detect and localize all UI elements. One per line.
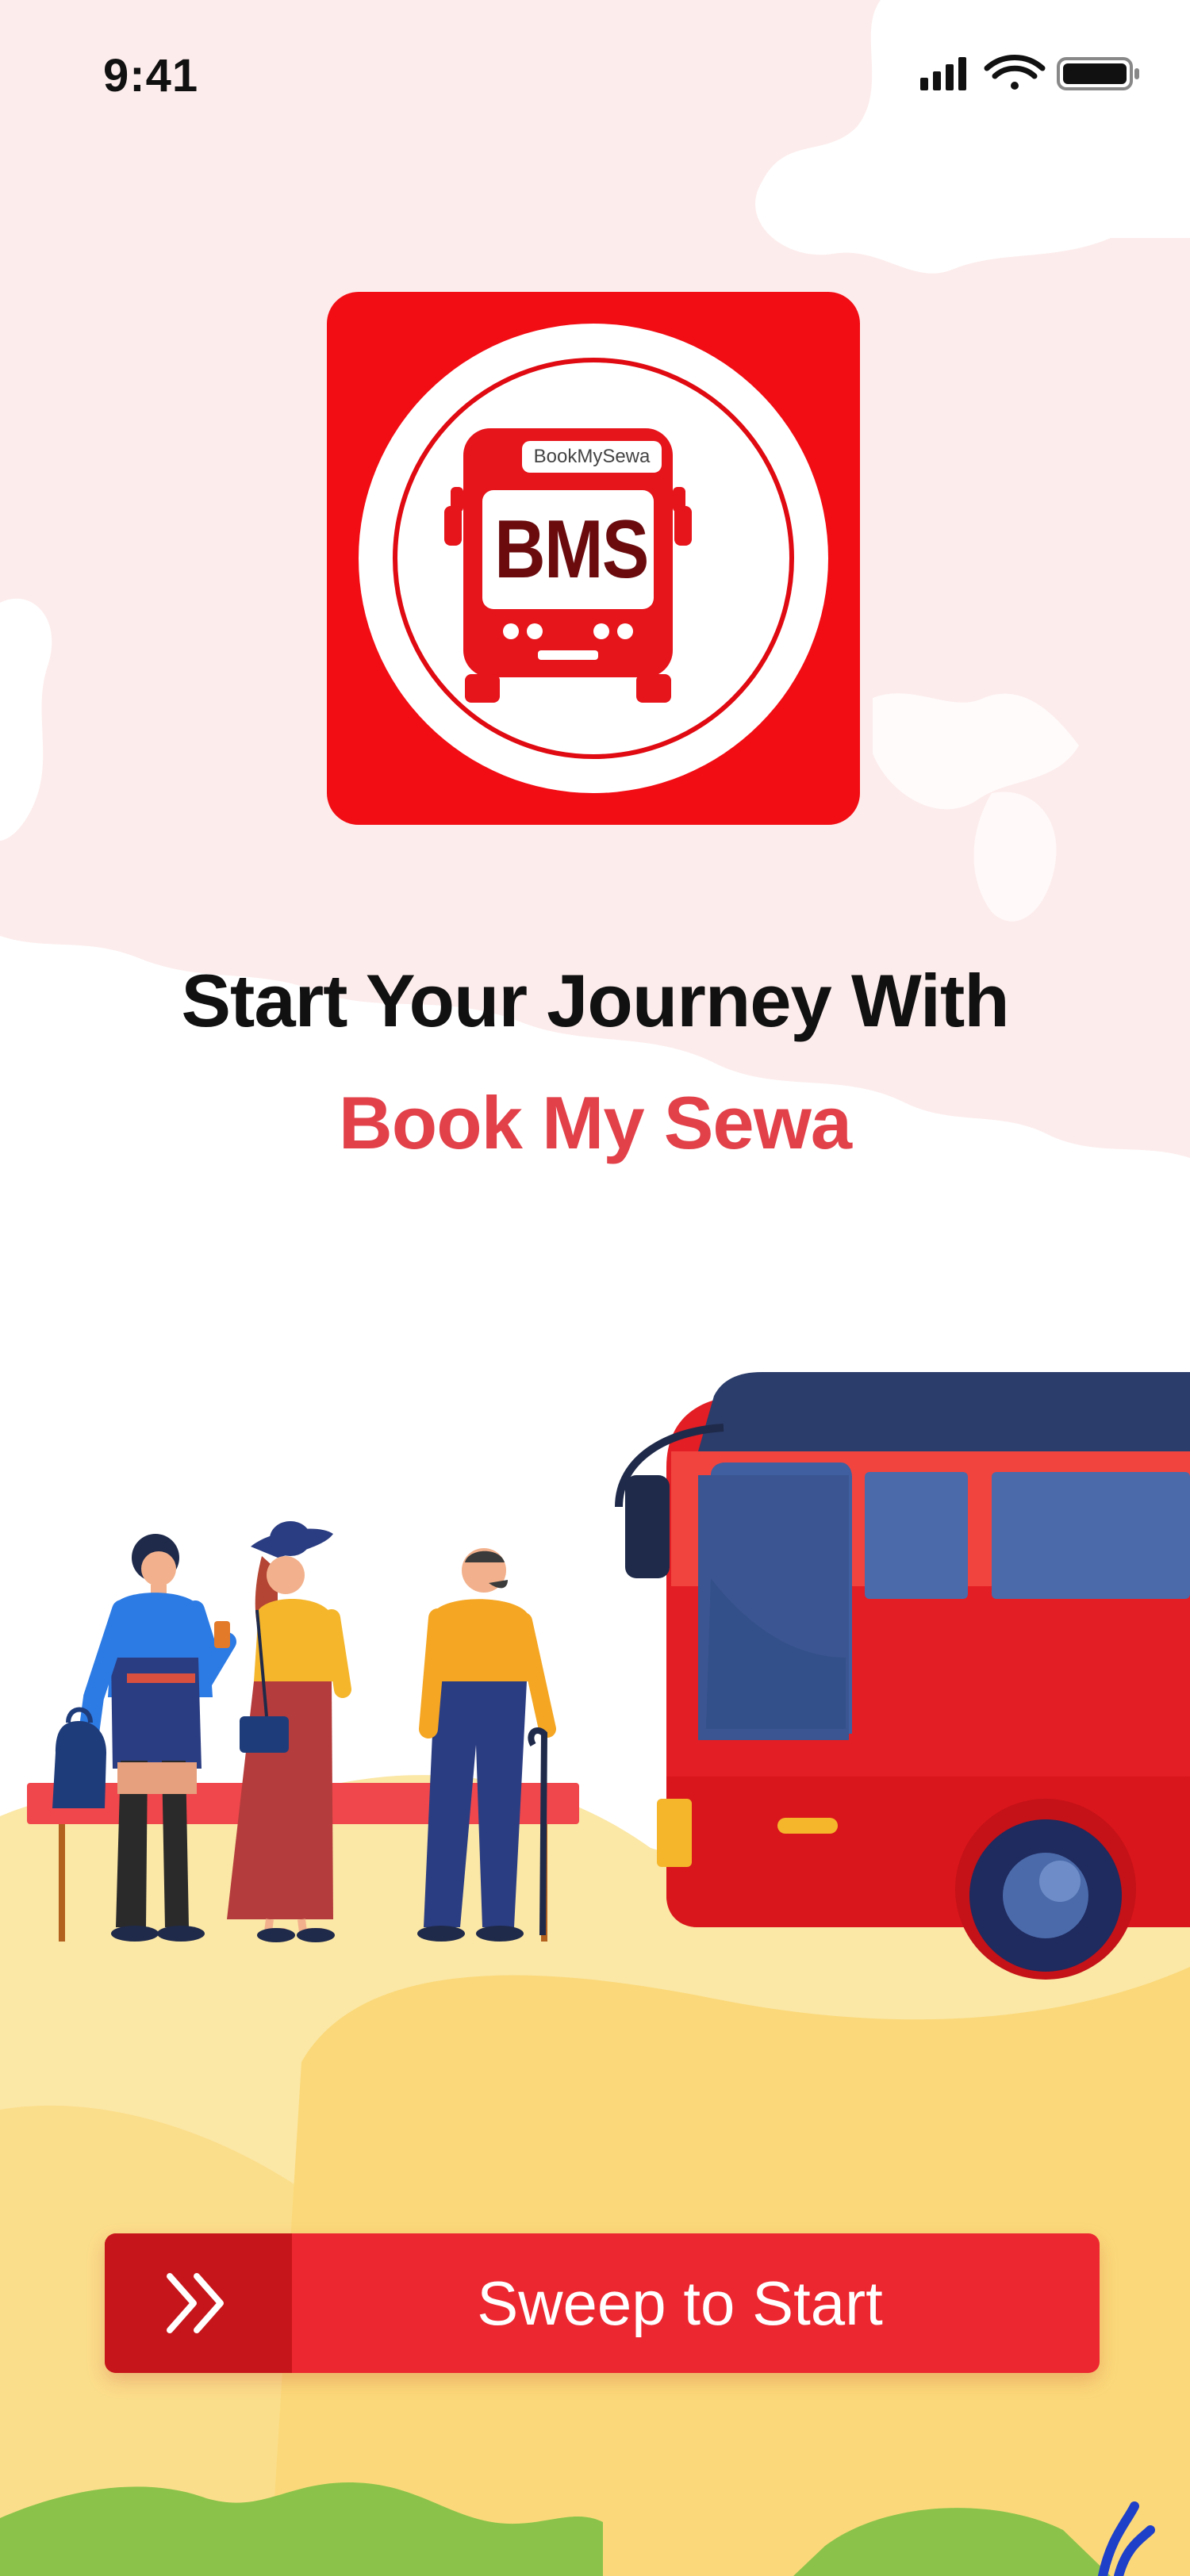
woman-traveler-hat	[227, 1521, 351, 1942]
sweep-to-start-label: Sweep to Start	[477, 2268, 883, 2338]
sweep-to-start-slider[interactable]: Sweep to Start	[105, 2233, 1100, 2373]
travel-illustration	[0, 1372, 1190, 2576]
double-chevron-right-icon	[167, 2273, 224, 2333]
slider-handle[interactable]	[105, 2233, 292, 2373]
welcome-screen: 9:41 BookMySewa BMS Start Your Journey W…	[0, 0, 1190, 2576]
bus-illustration	[615, 1372, 1190, 1980]
